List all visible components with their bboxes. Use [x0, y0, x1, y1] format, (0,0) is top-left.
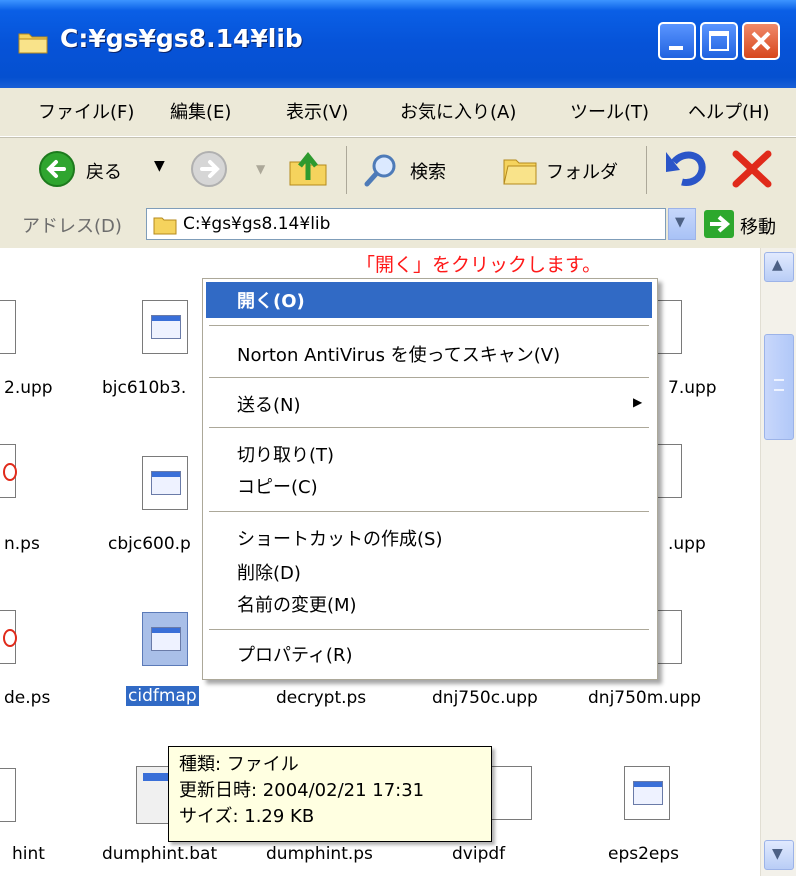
file-icon[interactable]	[142, 300, 188, 354]
file-label[interactable]: cbjc600.p	[108, 534, 191, 554]
address-value: C:¥gs¥gs8.14¥lib	[183, 214, 331, 234]
ps-badge-icon	[3, 629, 17, 647]
delete-x-icon[interactable]	[730, 148, 774, 190]
folder-icon	[18, 33, 48, 54]
address-label: アドレス(D)	[22, 216, 122, 237]
menu-item-open-label[interactable]: 開く(O)	[237, 287, 305, 313]
menu-separator	[209, 629, 649, 630]
minimize-icon	[669, 46, 683, 50]
file-icon[interactable]	[0, 444, 17, 498]
scroll-down-button[interactable]: ▼	[764, 840, 794, 870]
file-icon-selected[interactable]	[142, 612, 188, 666]
chevron-up-icon: ▲	[772, 257, 783, 273]
folders-label: フォルダ	[546, 162, 618, 183]
file-label[interactable]: eps2eps	[608, 844, 679, 864]
file-label[interactable]: dnj750m.upp	[588, 688, 701, 708]
menu-separator	[209, 325, 649, 326]
menu-item-cut[interactable]: 切り取り(T)	[237, 441, 334, 467]
window-title: C:¥gs¥gs8.14¥lib	[60, 24, 303, 53]
menu-file[interactable]: ファイル(F)	[38, 98, 134, 124]
file-icon[interactable]	[0, 300, 16, 354]
back-arrow-icon	[39, 151, 75, 187]
back-label: 戻る	[86, 162, 122, 183]
context-menu: 開く(O) Norton AntiVirus を使ってスキャン(V) 送る(N)…	[202, 278, 658, 680]
file-label[interactable]: de.ps	[4, 688, 50, 708]
go-label: 移動	[740, 217, 776, 238]
search-button[interactable]: 検索	[360, 146, 496, 192]
menu-edit[interactable]: 編集(E)	[170, 98, 231, 124]
menu-separator	[209, 427, 649, 428]
search-icon	[364, 154, 396, 187]
instruction-annotation: 「開く」をクリックします。	[356, 254, 602, 276]
menu-item-create-shortcut[interactable]: ショートカットの作成(S)	[237, 525, 442, 551]
scroll-up-button[interactable]: ▲	[764, 252, 794, 282]
title-bar[interactable]: C:¥gs¥gs8.14¥lib	[0, 0, 796, 88]
menu-view[interactable]: 表示(V)	[286, 98, 348, 124]
grip-icon	[774, 379, 784, 391]
file-label[interactable]: dumphint.bat	[102, 844, 217, 864]
menu-item-delete[interactable]: 削除(D)	[237, 559, 301, 585]
file-label[interactable]: dumphint.ps	[266, 844, 373, 864]
toolbar: 戻る ▼ ▼ 検索 フォルダ	[0, 137, 796, 203]
file-icon[interactable]	[142, 456, 188, 510]
scroll-thumb[interactable]	[764, 334, 794, 440]
file-label[interactable]: hint	[12, 844, 45, 864]
go-button[interactable]: 移動	[702, 206, 794, 242]
file-icon[interactable]	[0, 610, 17, 664]
forward-button[interactable]	[190, 150, 228, 188]
menu-item-norton-scan[interactable]: Norton AntiVirus を使ってスキャン(V)	[237, 341, 560, 367]
file-icon[interactable]	[624, 766, 670, 820]
tooltip-size: サイズ: 1.29 KB	[179, 806, 315, 827]
address-input[interactable]: C:¥gs¥gs8.14¥lib	[146, 208, 666, 240]
menu-tools[interactable]: ツール(T)	[570, 98, 649, 124]
file-label-selected[interactable]: cidfmap	[126, 686, 199, 706]
file-label[interactable]: dnj750c.upp	[432, 688, 538, 708]
minimize-button[interactable]	[658, 22, 696, 60]
forward-dropdown-icon[interactable]: ▼	[256, 162, 265, 176]
up-folder-button[interactable]	[286, 146, 330, 190]
file-label[interactable]: bjc610b3.	[102, 378, 186, 398]
back-button[interactable]: 戻る ▼	[34, 146, 174, 192]
chevron-down-icon: ▼	[675, 215, 685, 230]
menu-item-copy[interactable]: コピー(C)	[237, 473, 318, 499]
submenu-arrow-icon: ▶	[633, 395, 643, 409]
menu-separator	[209, 377, 649, 378]
menu-help[interactable]: ヘルプ(H)	[688, 98, 770, 124]
toolbar-separator	[346, 146, 347, 194]
maximize-icon	[709, 31, 729, 51]
chevron-down-icon: ▼	[772, 846, 783, 862]
menu-separator	[209, 511, 649, 512]
back-dropdown-icon[interactable]: ▼	[154, 158, 165, 174]
file-label[interactable]: n.ps	[4, 534, 40, 554]
file-label[interactable]: dvipdf	[452, 844, 505, 864]
file-info-tooltip: 種類: ファイル 更新日時: 2004/02/21 17:31 サイズ: 1.2…	[168, 746, 492, 842]
menu-favorites[interactable]: お気に入り(A)	[400, 98, 516, 124]
file-label[interactable]: 2.upp	[4, 378, 53, 398]
go-arrow-icon	[704, 210, 734, 238]
menu-bar: ファイル(F) 編集(E) 表示(V) お気に入り(A) ツール(T) ヘルプ(…	[0, 88, 796, 137]
address-dropdown-button[interactable]: ▼	[668, 208, 696, 240]
menu-item-properties[interactable]: プロパティ(R)	[237, 641, 352, 667]
file-icon[interactable]	[0, 768, 16, 822]
file-icon[interactable]	[486, 766, 532, 820]
file-label[interactable]: 7.upp	[668, 378, 717, 398]
menu-item-rename[interactable]: 名前の変更(M)	[237, 591, 357, 617]
menu-item-send-to[interactable]: 送る(N)	[237, 391, 301, 417]
folders-button[interactable]: フォルダ	[498, 146, 638, 192]
tooltip-modified: 更新日時: 2004/02/21 17:31	[179, 780, 425, 801]
folder-icon	[153, 217, 177, 235]
close-icon	[751, 31, 771, 51]
maximize-button[interactable]	[700, 22, 738, 60]
folders-icon	[503, 159, 537, 185]
tooltip-type: 種類: ファイル	[179, 754, 299, 775]
close-button[interactable]	[742, 22, 780, 60]
ps-badge-icon	[3, 463, 17, 481]
vertical-scrollbar[interactable]: ▲ ▼	[760, 248, 796, 876]
address-bar: アドレス(D) C:¥gs¥gs8.14¥lib ▼ 移動	[0, 202, 796, 249]
undo-button[interactable]	[664, 148, 708, 190]
toolbar-separator	[646, 146, 647, 194]
file-label[interactable]: decrypt.ps	[276, 688, 366, 708]
search-label: 検索	[410, 162, 446, 183]
file-label[interactable]: .upp	[668, 534, 706, 554]
